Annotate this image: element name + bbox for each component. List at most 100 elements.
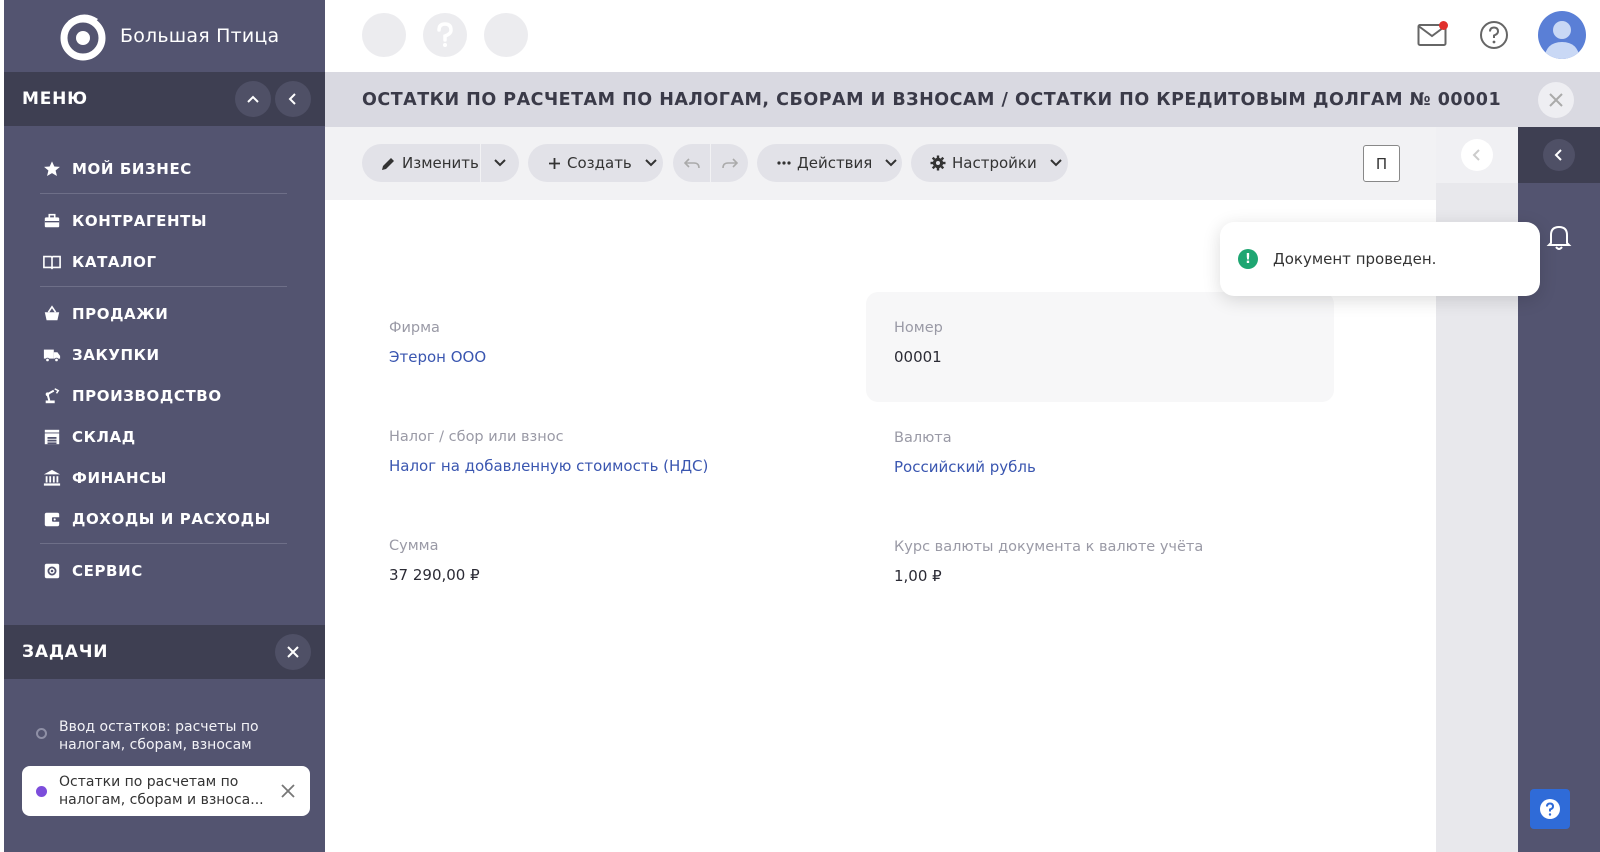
menu-item-finance[interactable]: ФИНАНСЫ bbox=[4, 457, 325, 498]
expand-notifications-button[interactable] bbox=[1543, 139, 1575, 171]
number-label: Номер bbox=[894, 320, 943, 336]
chevron-up-icon bbox=[247, 95, 259, 103]
mail-unread-badge bbox=[1439, 21, 1448, 30]
amount-field: Сумма 37 290,00 ₽ bbox=[389, 538, 480, 584]
document-form: Фирма Этерон ООО Номер 00001 Налог / сбо… bbox=[325, 200, 1436, 852]
menu-separator bbox=[40, 286, 287, 287]
toast-message: Документ проведен. bbox=[1273, 250, 1437, 268]
undo-button[interactable] bbox=[673, 157, 710, 169]
amount-label: Сумма bbox=[389, 538, 439, 554]
close-icon bbox=[1549, 92, 1563, 107]
toolbar: Изменить Создать Действия Настройки П bbox=[325, 127, 1436, 200]
menu-header: МЕНЮ bbox=[4, 72, 325, 126]
menu-title: МЕНЮ bbox=[22, 89, 88, 109]
bank-icon bbox=[42, 468, 62, 488]
actions-button[interactable]: Действия bbox=[757, 144, 902, 182]
close-document-button[interactable] bbox=[1538, 81, 1574, 118]
currency-value[interactable]: Российский рубль bbox=[894, 458, 1036, 476]
help-icon bbox=[1480, 21, 1508, 49]
create-label: Создать bbox=[567, 154, 632, 172]
tasks-title: ЗАДАЧИ bbox=[22, 642, 109, 662]
menu-item-label: КОНТРАГЕНТЫ bbox=[72, 211, 208, 230]
chevron-left-icon bbox=[1554, 149, 1562, 161]
edit-button-group: Изменить bbox=[362, 144, 519, 182]
rate-value: 1,00 ₽ bbox=[894, 567, 942, 585]
menu-item-service[interactable]: СЕРВИС bbox=[4, 550, 325, 591]
menu-item-label: ФИНАНСЫ bbox=[72, 468, 167, 487]
book-icon bbox=[42, 252, 62, 272]
menu-item-label: СЕРВИС bbox=[72, 561, 143, 580]
settings-button[interactable]: Настройки bbox=[911, 144, 1068, 182]
close-tasks-button[interactable] bbox=[275, 634, 311, 670]
task-active-dot bbox=[36, 785, 47, 797]
firm-value[interactable]: Этерон ООО bbox=[389, 348, 486, 366]
sidebar: Большая Птица МЕНЮ МОЙ БИЗНЕС КОНТРАГЕНТ… bbox=[4, 0, 325, 852]
menu-item-label: ЗАКУПКИ bbox=[72, 345, 160, 364]
task-item-active[interactable]: Остатки по расчетам по налогам, сборам и… bbox=[22, 766, 310, 816]
menu-item-catalog[interactable]: КАТАЛОГ bbox=[4, 241, 325, 282]
chevron-down-icon bbox=[885, 159, 898, 167]
mail-button[interactable] bbox=[1414, 17, 1450, 53]
close-icon bbox=[287, 646, 299, 658]
redo-button[interactable] bbox=[711, 157, 748, 169]
menu-item-contractors[interactable]: КОНТРАГЕНТЫ bbox=[4, 200, 325, 241]
rate-field: Курс валюты документа к валюте учёта 1,0… bbox=[894, 539, 1203, 585]
close-task-button[interactable] bbox=[278, 781, 298, 801]
amount-value: 37 290,00 ₽ bbox=[389, 566, 480, 584]
robot-arm-icon bbox=[42, 386, 62, 406]
edit-dropdown-button[interactable] bbox=[481, 156, 519, 170]
currency-field: Валюта Российский рубль bbox=[894, 430, 1036, 476]
warehouse-icon bbox=[42, 427, 62, 447]
number-value[interactable]: 00001 bbox=[894, 348, 943, 366]
gear-icon bbox=[930, 155, 946, 171]
collapse-sidebar-button[interactable] bbox=[275, 81, 311, 117]
tasks-header: ЗАДАЧИ bbox=[4, 625, 325, 679]
task-text: Остатки по расчетам по налогам, сборам и… bbox=[59, 774, 264, 808]
menu-item-my-business[interactable]: МОЙ БИЗНЕС bbox=[4, 148, 325, 189]
notifications-panel-header bbox=[1518, 127, 1600, 183]
task-text: Ввод остатков: расчеты по налогам, сбора… bbox=[59, 719, 259, 753]
chevron-left-icon bbox=[1472, 149, 1480, 161]
expand-panel-button[interactable] bbox=[1461, 139, 1493, 171]
menu-item-production[interactable]: ПРОИЗВОДСТВО bbox=[4, 375, 325, 416]
menu-item-purchases[interactable]: ЗАКУПКИ bbox=[4, 334, 325, 375]
print-button[interactable]: П bbox=[1363, 145, 1400, 182]
tax-value[interactable]: Налог на добавленную стоимость (НДС) bbox=[389, 457, 708, 475]
help-circle-button[interactable] bbox=[423, 13, 467, 57]
basket-icon bbox=[42, 304, 62, 324]
menu-item-warehouse[interactable]: СКЛАД bbox=[4, 416, 325, 457]
chat-help-button[interactable] bbox=[1530, 789, 1570, 829]
menu-item-label: КАТАЛОГ bbox=[72, 252, 157, 271]
chevron-left-icon bbox=[288, 93, 296, 105]
menu-item-label: МОЙ БИЗНЕС bbox=[72, 159, 192, 178]
menu-list: МОЙ БИЗНЕС КОНТРАГЕНТЫ КАТАЛОГ ПРОДАЖИ З… bbox=[4, 126, 325, 591]
chevron-down-icon bbox=[645, 159, 657, 167]
placeholder-circle-button[interactable] bbox=[362, 13, 406, 57]
collapse-up-button[interactable] bbox=[235, 81, 271, 117]
tax-label: Налог / сбор или взнос bbox=[389, 429, 564, 445]
briefcase-icon bbox=[42, 211, 62, 231]
menu-item-label: СКЛАД bbox=[72, 427, 136, 446]
rate-label: Курс валюты документа к валюте учёта bbox=[894, 539, 1204, 555]
edit-button[interactable]: Изменить bbox=[362, 154, 480, 172]
logo[interactable]: Большая Птица bbox=[4, 0, 325, 72]
create-button[interactable]: Создать bbox=[528, 144, 663, 182]
page-title-bar: ОСТАТКИ ПО РАСЧЕТАМ ПО НАЛОГАМ, СБОРАМ И… bbox=[325, 72, 1600, 127]
edit-label: Изменить bbox=[402, 154, 479, 172]
help-button[interactable] bbox=[1476, 17, 1512, 53]
task-item[interactable]: Ввод остатков: расчеты по налогам, сбора… bbox=[4, 700, 325, 754]
undo-icon bbox=[683, 158, 700, 169]
star-icon bbox=[42, 159, 62, 179]
placeholder-circle-button[interactable] bbox=[484, 13, 528, 57]
service-icon bbox=[42, 561, 62, 581]
wallet-icon bbox=[42, 509, 62, 529]
menu-item-sales[interactable]: ПРОДАЖИ bbox=[4, 293, 325, 334]
firm-label: Фирма bbox=[389, 320, 440, 336]
menu-item-income-expenses[interactable]: ДОХОДЫ И РАСХОДЫ bbox=[4, 498, 325, 539]
bell-icon[interactable] bbox=[1546, 223, 1572, 251]
avatar[interactable] bbox=[1538, 11, 1586, 59]
menu-separator bbox=[40, 193, 287, 194]
firm-field: Фирма Этерон ООО bbox=[389, 320, 486, 366]
top-bar bbox=[325, 0, 1600, 72]
tasks-list: Ввод остатков: расчеты по налогам, сбора… bbox=[4, 700, 325, 754]
